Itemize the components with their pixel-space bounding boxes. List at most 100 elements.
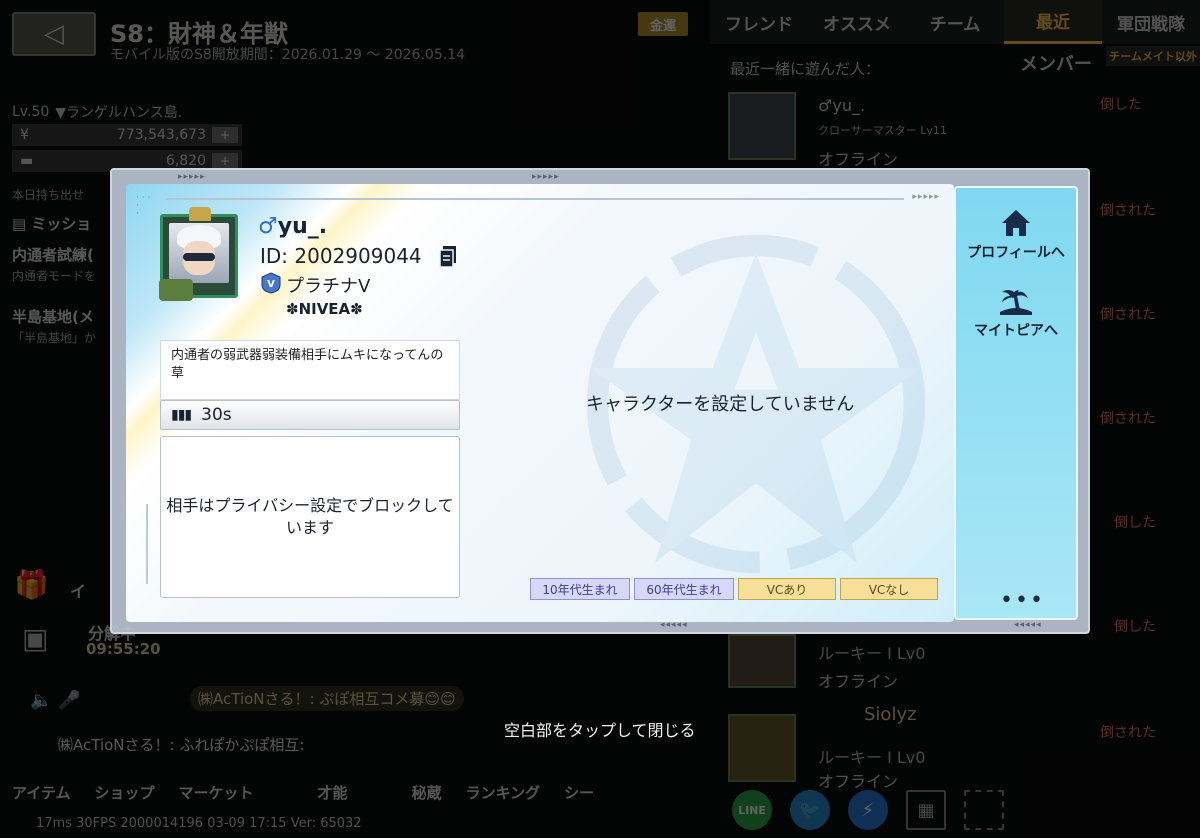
social-tabs: フレンド オススメ チーム 最近 軍団戦隊: [710, 0, 1200, 44]
tab-team[interactable]: チーム: [906, 0, 1004, 44]
friend-name: Siolyz: [864, 704, 917, 725]
player-location: ▼ランゲルハンス島.: [55, 105, 183, 121]
battle-result: 倒した: [1100, 97, 1142, 113]
member-filter[interactable]: メンバー: [1020, 50, 1092, 76]
tab-recommend[interactable]: オススメ: [808, 0, 906, 44]
back-arrow-icon: ◁: [44, 19, 64, 49]
gold-bar-icon: ▬: [20, 153, 34, 169]
decor-ticks: ▸▸▸▸▸: [178, 172, 206, 182]
gold-value: 6,820: [165, 153, 206, 169]
nav-item[interactable]: 秘蔵: [400, 776, 454, 810]
qr-code-icon[interactable]: ▦: [906, 790, 946, 830]
money-value: 773,543,673: [116, 127, 206, 143]
avatar-crest-icon: [189, 207, 211, 221]
decor-dots: · · · · ·: [136, 193, 151, 219]
friend-status: オフライン: [818, 772, 899, 791]
svg-text:V: V: [267, 279, 275, 290]
event-label: イ: [70, 582, 87, 601]
fusion-timer: 09:55:20: [86, 640, 161, 658]
chat-message-2[interactable]: ㈱AcTioNさる！: ふれぽかぷぽ相互:: [58, 734, 304, 755]
friend-rank: ルーキー Ⅰ Lv0: [818, 644, 926, 663]
nav-item[interactable]: ランキング: [454, 776, 553, 810]
nav-item[interactable]: アイテム: [0, 776, 83, 810]
season-period: モバイル版のS8開放期間：2026.01.29 ～ 2026.05.14: [110, 47, 466, 63]
recent-players-label: 最近一緒に遊んだ人：: [730, 60, 881, 78]
avatar: [728, 92, 796, 160]
nav-item[interactable]: 才能: [306, 776, 360, 810]
profile-tags: 10年代生まれ 60年代生まれ VCあり VCなし: [530, 578, 938, 600]
friend-rank: ルーキー Ⅰ Lv0: [818, 748, 926, 767]
battle-result: 倒された: [1100, 411, 1156, 427]
voice-length: 30s: [201, 405, 232, 425]
nav-item[interactable]: シー: [552, 776, 606, 810]
twitter-icon[interactable]: 🐦: [790, 790, 830, 830]
battle-result: 倒された: [1100, 203, 1156, 219]
tab-friend[interactable]: フレンド: [710, 0, 808, 44]
decor-ticks: ▸▸▸▸▸: [912, 192, 940, 202]
go-mytopia-label: マイトピアへ: [974, 323, 1058, 339]
share-buttons: LINE 🐦 ⚡ ▦: [732, 790, 1004, 830]
crate-icon[interactable]: ▣: [22, 622, 48, 655]
list-item[interactable]: ルーキー Ⅰ Lv0 オフライン: [728, 634, 1188, 694]
chat-message-1[interactable]: ㈱AcTioNさる！: ぷぽ相互コメ募😊😊: [190, 686, 464, 711]
voice-message-button[interactable]: ▮▮▮ 30s: [160, 400, 460, 430]
island-icon: [1000, 290, 1032, 315]
tab-recent[interactable]: 最近: [1004, 0, 1102, 44]
profile-name: ♂yu_.: [258, 214, 327, 239]
player-level: Lv.50: [12, 104, 50, 120]
go-profile-label: プロフィールへ: [967, 245, 1065, 261]
avatar-image: [169, 223, 229, 283]
battle-result: 倒された: [1100, 307, 1156, 323]
back-button[interactable]: ◁: [12, 12, 96, 56]
decor-ticks: ◂◂◂◂◂: [1014, 620, 1042, 630]
friend-name: ♂yu_.: [818, 96, 866, 115]
profile-rank: プラチナⅤ: [286, 276, 371, 297]
non-teammate-filter[interactable]: チームメイト以外: [1106, 46, 1200, 66]
line-icon[interactable]: LINE: [732, 790, 772, 830]
avatar[interactable]: [159, 207, 238, 301]
tap-to-close-hint: 空白部をタップして閉じる: [504, 721, 696, 740]
list-item[interactable]: Siolyz ルーキー Ⅰ Lv0 オフライン: [728, 702, 1188, 791]
decor-line: [166, 198, 904, 200]
nav-item[interactable]: ショップ: [83, 776, 167, 810]
nav-item[interactable]: マーケット: [167, 776, 266, 810]
debug-status-bar: 17ms 30FPS 2000014196 03-09 17:15 Ver: 6…: [36, 816, 362, 831]
voice-icons[interactable]: 🔈 🎤: [30, 690, 81, 711]
platinum-rank-icon: V: [261, 272, 281, 294]
add-gold-button[interactable]: +: [212, 153, 238, 169]
messenger-icon[interactable]: ⚡: [848, 790, 888, 830]
more-dots-icon[interactable]: •••: [1000, 590, 1045, 612]
profile-name-text: yu_.: [277, 214, 328, 239]
home-icon: [1002, 210, 1030, 236]
decor-line: [146, 504, 148, 584]
friend-status: オフライン: [818, 150, 899, 169]
mission-icon: ▤: [12, 215, 32, 233]
bottom-nav: アイテム ショップ マーケット 才能 秘蔵 ランキング シー: [0, 776, 710, 810]
tag-badge: 60年代生まれ: [634, 578, 734, 600]
male-icon: ♂: [258, 214, 278, 239]
add-money-button[interactable]: +: [212, 127, 238, 143]
profile-side-panel: プロフィールへ マイトピアへ •••: [954, 186, 1078, 620]
go-mytopia-button[interactable]: マイトピアへ: [956, 286, 1076, 340]
friend-rank: クローサーマスター Lv11: [818, 124, 947, 137]
profile-modal: ▸▸▸▸▸ ▸▸▸▸▸ ◂◂◂◂◂ ◂◂◂◂◂ · · · · · ▸▸▸▸▸ ♂y…: [110, 168, 1090, 634]
yen-icon: ¥: [20, 127, 29, 143]
profile-card: · · · · · ▸▸▸▸▸ ♂yu_. ID: 2002909044 V プ…: [126, 184, 954, 622]
tag-badge: VCなし: [840, 578, 938, 600]
avatar: [728, 714, 796, 782]
gift-icon[interactable]: 🎁: [14, 568, 49, 601]
camo-badge-icon: [159, 279, 193, 301]
profile-id: ID: 2002909044: [260, 244, 422, 268]
scan-icon[interactable]: [964, 790, 1004, 830]
no-character-message: キャラクターを設定していません: [586, 394, 855, 415]
tag-badge: 10年代生まれ: [530, 578, 630, 600]
fortune-badge[interactable]: 金運: [638, 12, 688, 36]
tab-legion[interactable]: 軍団戦隊: [1102, 0, 1200, 44]
friend-status: オフライン: [818, 672, 899, 691]
profile-team[interactable]: ✽NIVEA✽: [286, 300, 363, 318]
copy-icon[interactable]: [438, 244, 458, 268]
profile-bio: 内通者の弱武器弱装備相手にムキになってんの草: [160, 340, 460, 400]
avatar: [728, 634, 796, 688]
privacy-blocked-message: 相手はプライバシー設定でブロックしています: [160, 436, 460, 598]
go-profile-button[interactable]: プロフィールへ: [956, 208, 1076, 262]
